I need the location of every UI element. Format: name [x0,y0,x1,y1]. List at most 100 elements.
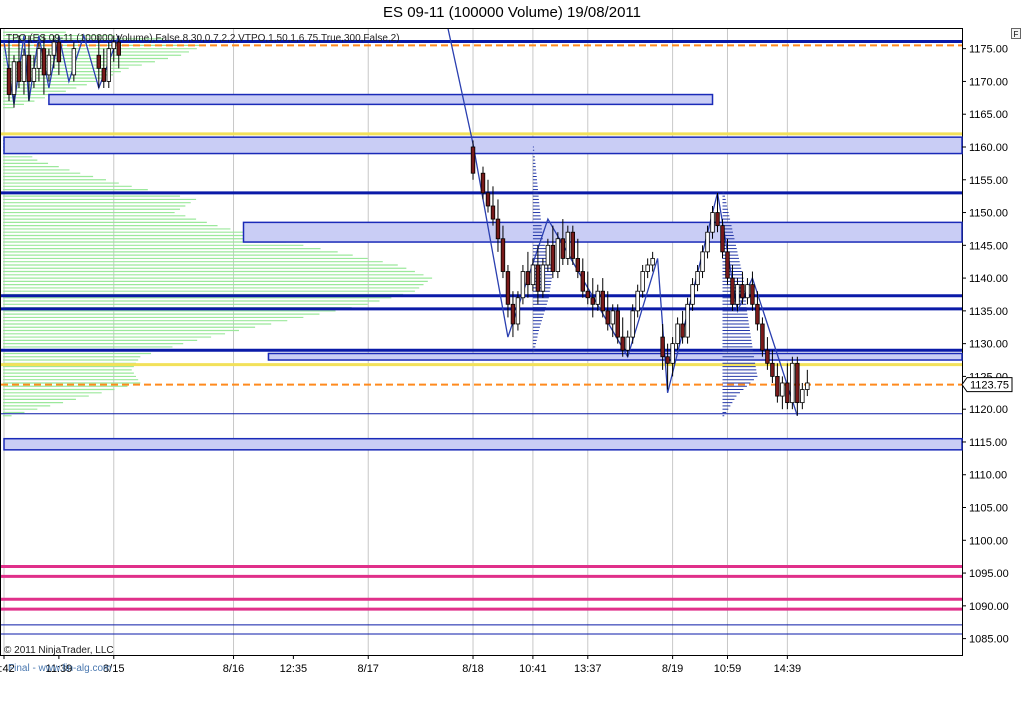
candle-body [56,41,62,63]
candle-body [790,362,795,404]
levels [1,39,962,635]
candle-body [31,67,37,82]
candle-body [705,231,710,253]
candle-body [101,67,106,82]
candle-body [730,277,735,305]
candle-body [800,389,805,404]
price-tick-label: 1115.00 [969,437,1007,449]
candle-body [680,323,685,338]
tpo-profiles [532,146,758,417]
candle-body [41,48,47,76]
indicator-label: TPO (ES 09-11 (100000 Volume),False,8,30… [6,33,400,44]
candle-body [550,244,556,272]
candle-body [610,310,615,325]
candle-body [675,323,680,345]
price-tick-label: 1175.00 [969,44,1008,56]
time-tick-label: 8/16 [223,663,244,675]
price-tick-label: 1105.00 [969,503,1008,515]
candle-body [515,297,521,325]
candle-body [26,54,32,82]
candle-body [21,54,27,82]
candle-body [565,231,571,259]
candle-body [710,212,715,233]
candle-body [770,362,775,377]
candle-body [16,61,22,82]
candle-body [765,349,770,364]
candle-body [635,290,640,312]
price-tick-label: 1160.00 [969,142,1008,154]
candle-body [725,251,730,279]
candle-body [775,376,780,397]
copyright-text: © 2011 NinjaTrader, LLC [4,645,114,656]
candle-body [96,54,102,69]
candle-body [116,41,121,56]
price-tick-label: 1150.00 [969,208,1008,220]
candle-body [71,48,77,76]
time-tick-label: 8/19 [662,663,683,675]
candle-body [485,192,491,207]
candle-body [540,264,546,292]
price-tick-label: 1135.00 [969,306,1008,318]
zone [3,136,963,155]
candle-body [11,61,17,95]
candle-body [755,303,760,325]
candle-body [6,67,12,95]
zone [242,221,963,243]
candle-body [470,146,476,174]
price-tick-label: 1095.00 [969,568,1009,580]
candle-body [745,284,750,299]
candle-body [670,343,675,364]
candle-body [650,258,655,266]
price-tick-label: 1085.00 [969,634,1009,646]
candle-body [620,336,625,351]
price-tick-label: 1130.00 [969,339,1008,351]
candle-body [520,271,526,299]
candle-body [46,54,52,76]
time-tick-label: 10:41 [519,663,547,675]
zone [48,93,714,106]
candle-body [500,238,506,272]
candle-body [495,218,501,240]
candle-body [695,271,700,286]
candle-body [525,271,531,286]
candle-body [605,310,610,325]
time-tick-label: 14:39 [774,663,802,675]
candle-body [735,284,740,305]
time-tick-label: 10:59 [714,663,742,675]
candle-body [615,310,620,338]
candle-body [535,264,541,292]
candle-body [785,382,790,404]
price-tick-label: 1090.00 [969,601,1009,613]
candle-body [480,172,486,194]
candle-body [630,310,635,338]
f-button[interactable]: F [1011,28,1021,39]
candle-body [545,244,551,266]
candle-body [805,382,810,390]
candle-body [490,205,496,220]
gridlines [3,29,788,655]
candle-body [685,303,690,338]
candle-body [640,271,645,292]
candle-body [530,264,536,286]
time-tick-label: 13:37 [574,663,602,675]
price-tick-label: 1170.00 [969,76,1008,88]
price-tick-label: 1110.00 [969,470,1007,482]
price-tick-label: 1145.00 [969,240,1008,252]
price-tick-label: 1120.00 [969,404,1008,416]
candle-body [510,303,516,325]
price-chart[interactable]: 1085.00 1090.00 1095.00 1100.00 1105.00 1110.… [0,0,1024,703]
candle-body [665,356,670,364]
price-tick-label: 1100.00 [969,535,1008,547]
candle-body [585,290,590,299]
zones [3,93,963,451]
candle-body [750,284,755,305]
time-tick-label: 8/18 [462,663,483,675]
candle-body [715,212,720,227]
candle-body [595,290,600,305]
candle-body [720,225,725,253]
watermark-link[interactable]: Final - www.fin-alg.com [8,663,111,674]
candle-body [106,48,111,82]
candle-body [600,290,605,312]
candle-body [505,271,511,305]
candle-body [760,323,765,351]
